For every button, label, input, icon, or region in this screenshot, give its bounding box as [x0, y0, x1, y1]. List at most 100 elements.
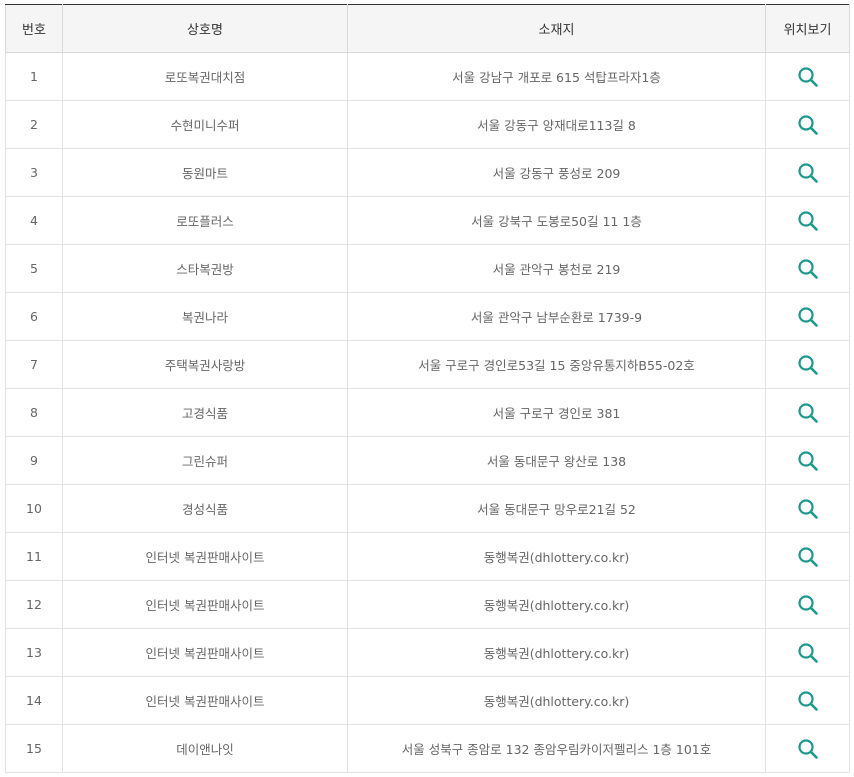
row-number: 13 — [5, 628, 63, 677]
row-address: 서울 관악구 봉천로 219 — [347, 244, 766, 293]
view-location-button[interactable] — [797, 66, 819, 88]
row-number: 5 — [5, 244, 63, 293]
row-store-name: 주택복권사랑방 — [62, 340, 348, 389]
store-table-container: 번호 상호명 소재지 위치보기 1 로또복권대치점 서울 강남구 개포로 615 석… — [5, 4, 850, 773]
row-location-cell — [765, 436, 850, 485]
row-store-name: 경성식품 — [62, 484, 348, 533]
view-location-button[interactable] — [797, 498, 819, 520]
search-icon — [797, 354, 818, 375]
search-icon — [797, 690, 818, 711]
view-location-button[interactable] — [797, 738, 819, 760]
table-row: 13 인터넷 복권판매사이트 동행복권(dhlottery.co.kr) — [5, 628, 850, 677]
table-row: 2 수현미니수퍼 서울 강동구 양재대로113길 8 — [5, 100, 850, 149]
row-store-name: 인터넷 복권판매사이트 — [62, 676, 348, 725]
row-location-cell — [765, 292, 850, 341]
row-location-cell — [765, 724, 850, 773]
row-address: 서울 강동구 풍성로 209 — [347, 148, 766, 197]
search-icon — [797, 450, 818, 471]
view-location-button[interactable] — [797, 210, 819, 232]
row-address: 동행복권(dhlottery.co.kr) — [347, 532, 766, 581]
search-icon — [797, 210, 818, 231]
view-location-button[interactable] — [797, 114, 819, 136]
search-icon — [797, 258, 818, 279]
row-address: 서울 강동구 양재대로113길 8 — [347, 100, 766, 149]
row-store-name: 고경식품 — [62, 388, 348, 437]
row-address: 서울 동대문구 왕산로 138 — [347, 436, 766, 485]
row-address: 서울 동대문구 망우로21길 52 — [347, 484, 766, 533]
row-store-name: 인터넷 복권판매사이트 — [62, 580, 348, 629]
row-store-name: 로또복권대치점 — [62, 52, 348, 101]
view-location-button[interactable] — [797, 450, 819, 472]
table-row: 11 인터넷 복권판매사이트 동행복권(dhlottery.co.kr) — [5, 532, 850, 581]
row-number: 12 — [5, 580, 63, 629]
row-location-cell — [765, 148, 850, 197]
row-number: 11 — [5, 532, 63, 581]
view-location-button[interactable] — [797, 546, 819, 568]
row-number: 6 — [5, 292, 63, 341]
view-location-button[interactable] — [797, 402, 819, 424]
row-store-name: 인터넷 복권판매사이트 — [62, 532, 348, 581]
row-number: 2 — [5, 100, 63, 149]
row-store-name: 수현미니수퍼 — [62, 100, 348, 149]
view-location-button[interactable] — [797, 162, 819, 184]
header-address: 소재지 — [347, 4, 766, 53]
row-number: 9 — [5, 436, 63, 485]
row-location-cell — [765, 388, 850, 437]
search-icon — [797, 594, 818, 615]
row-number: 1 — [5, 52, 63, 101]
row-number: 4 — [5, 196, 63, 245]
table-row: 4 로또플러스 서울 강북구 도봉로50길 11 1층 — [5, 196, 850, 245]
row-address: 서울 구로구 경인로53길 15 중앙유통지하B55-02호 — [347, 340, 766, 389]
row-location-cell — [765, 244, 850, 293]
row-number: 10 — [5, 484, 63, 533]
row-store-name: 로또플러스 — [62, 196, 348, 245]
row-number: 3 — [5, 148, 63, 197]
row-address: 서울 성북구 종암로 132 종암우림카이저펠리스 1층 101호 — [347, 724, 766, 773]
table-row: 15 데이앤나잇 서울 성북구 종암로 132 종암우림카이저펠리스 1층 101호 — [5, 724, 850, 773]
search-icon — [797, 642, 818, 663]
row-address: 서울 구로구 경인로 381 — [347, 388, 766, 437]
row-location-cell — [765, 676, 850, 725]
row-location-cell — [765, 52, 850, 101]
table-header: 번호 상호명 소재지 위치보기 — [5, 4, 850, 53]
table-row: 14 인터넷 복권판매사이트 동행복권(dhlottery.co.kr) — [5, 676, 850, 725]
view-location-button[interactable] — [797, 354, 819, 376]
row-location-cell — [765, 196, 850, 245]
table-row: 6 복권나라 서울 관악구 남부순환로 1739-9 — [5, 292, 850, 341]
row-address: 동행복권(dhlottery.co.kr) — [347, 628, 766, 677]
view-location-button[interactable] — [797, 258, 819, 280]
table-header-row: 번호 상호명 소재지 위치보기 — [5, 4, 850, 53]
row-store-name: 그린슈퍼 — [62, 436, 348, 485]
table-row: 7 주택복권사랑방 서울 구로구 경인로53길 15 중앙유통지하B55-02호 — [5, 340, 850, 389]
row-location-cell — [765, 580, 850, 629]
search-icon — [797, 162, 818, 183]
search-icon — [797, 306, 818, 327]
search-icon — [797, 66, 818, 87]
row-location-cell — [765, 532, 850, 581]
search-icon — [797, 402, 818, 423]
header-location: 위치보기 — [765, 4, 850, 53]
table-row: 9 그린슈퍼 서울 동대문구 왕산로 138 — [5, 436, 850, 485]
search-icon — [797, 546, 818, 567]
row-address: 서울 강남구 개포로 615 석탑프라자1층 — [347, 52, 766, 101]
table-row: 12 인터넷 복권판매사이트 동행복권(dhlottery.co.kr) — [5, 580, 850, 629]
row-number: 8 — [5, 388, 63, 437]
row-number: 14 — [5, 676, 63, 725]
header-number: 번호 — [5, 4, 63, 53]
row-store-name: 데이앤나잇 — [62, 724, 348, 773]
search-icon — [797, 114, 818, 135]
row-store-name: 인터넷 복권판매사이트 — [62, 628, 348, 677]
view-location-button[interactable] — [797, 594, 819, 616]
row-location-cell — [765, 628, 850, 677]
view-location-button[interactable] — [797, 642, 819, 664]
table-row: 5 스타복권방 서울 관악구 봉천로 219 — [5, 244, 850, 293]
view-location-button[interactable] — [797, 306, 819, 328]
store-list-table: 번호 상호명 소재지 위치보기 1 로또복권대치점 서울 강남구 개포로 615 석… — [5, 4, 850, 773]
row-address: 서울 관악구 남부순환로 1739-9 — [347, 292, 766, 341]
row-location-cell — [765, 100, 850, 149]
table-row: 10 경성식품 서울 동대문구 망우로21길 52 — [5, 484, 850, 533]
row-address: 서울 강북구 도봉로50길 11 1층 — [347, 196, 766, 245]
row-store-name: 스타복권방 — [62, 244, 348, 293]
view-location-button[interactable] — [797, 690, 819, 712]
table-body: 1 로또복권대치점 서울 강남구 개포로 615 석탑프라자1층 2 수현미니수퍼 서울 … — [5, 52, 850, 773]
